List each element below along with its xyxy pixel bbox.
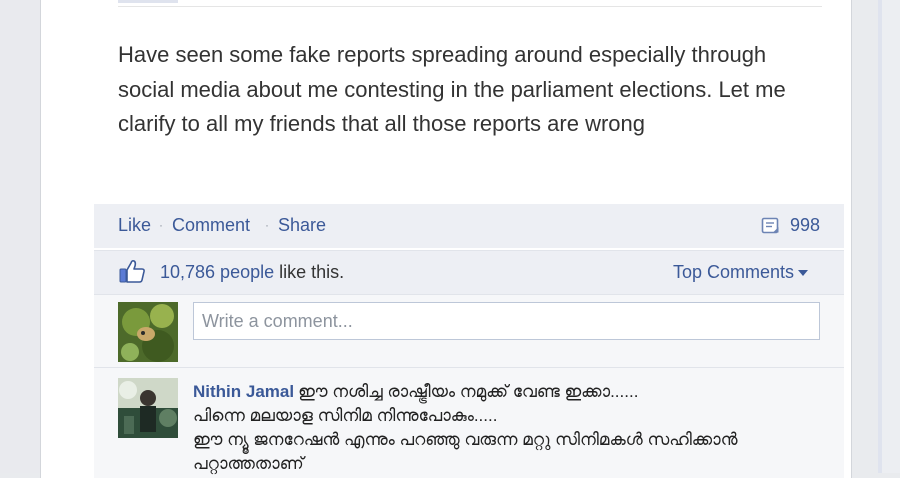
page-background-left (0, 0, 40, 473)
comment-body: Nithin Jamal ഈ നശിച്ച രാഷ്ട്രീയം നമുക്ക് … (193, 380, 818, 476)
comment-input[interactable] (193, 302, 820, 340)
likes-count-link[interactable]: 10,786 people (160, 262, 274, 282)
share-count[interactable]: 998 (790, 215, 820, 235)
separator-dot: · (159, 218, 163, 232)
like-link[interactable]: Like (118, 215, 151, 235)
post-divider (118, 6, 822, 7)
share-count-icon[interactable] (761, 216, 781, 236)
likes-summary: 10,786 people like this. (160, 262, 344, 282)
avatar[interactable] (118, 302, 178, 362)
share-link[interactable]: Share (278, 215, 326, 235)
commenter-name[interactable]: Nithin Jamal (193, 382, 294, 401)
comment-link[interactable]: Comment (172, 215, 250, 235)
commenter-avatar[interactable] (118, 378, 178, 438)
right-column-edge (878, 0, 882, 473)
separator-dot: · (265, 218, 269, 232)
top-comments-dropdown[interactable]: Top Comments (673, 262, 809, 282)
comment-text: ഈ നശിച്ച രാഷ്ട്രീയം നമുക്ക് വേണ്ട ഇക്കാ.… (298, 382, 639, 401)
top-comments-label: Top Comments (673, 262, 795, 282)
thumbs-up-icon (118, 258, 146, 284)
comment-line: Nithin Jamal ഈ നശിച്ച രാഷ്ട്രീയം നമുക്ക് … (193, 380, 818, 404)
post-text: Have seen some fake reports spreading ar… (118, 42, 786, 136)
comment-line: പറ്റാത്തതാണ് (193, 454, 304, 473)
header-fragment (118, 0, 178, 3)
likes-suffix: like this. (274, 262, 345, 282)
comment-line: ഈ ന്യൂ ജനറേഷൻ എന്നും പറഞ്ഞു വരുന്ന മറ്റു… (193, 430, 738, 449)
chevron-down-icon (798, 270, 809, 277)
comment-line: പിന്നെ മലയാള സിനിമ നിന്നുപോകും..... (193, 406, 498, 425)
